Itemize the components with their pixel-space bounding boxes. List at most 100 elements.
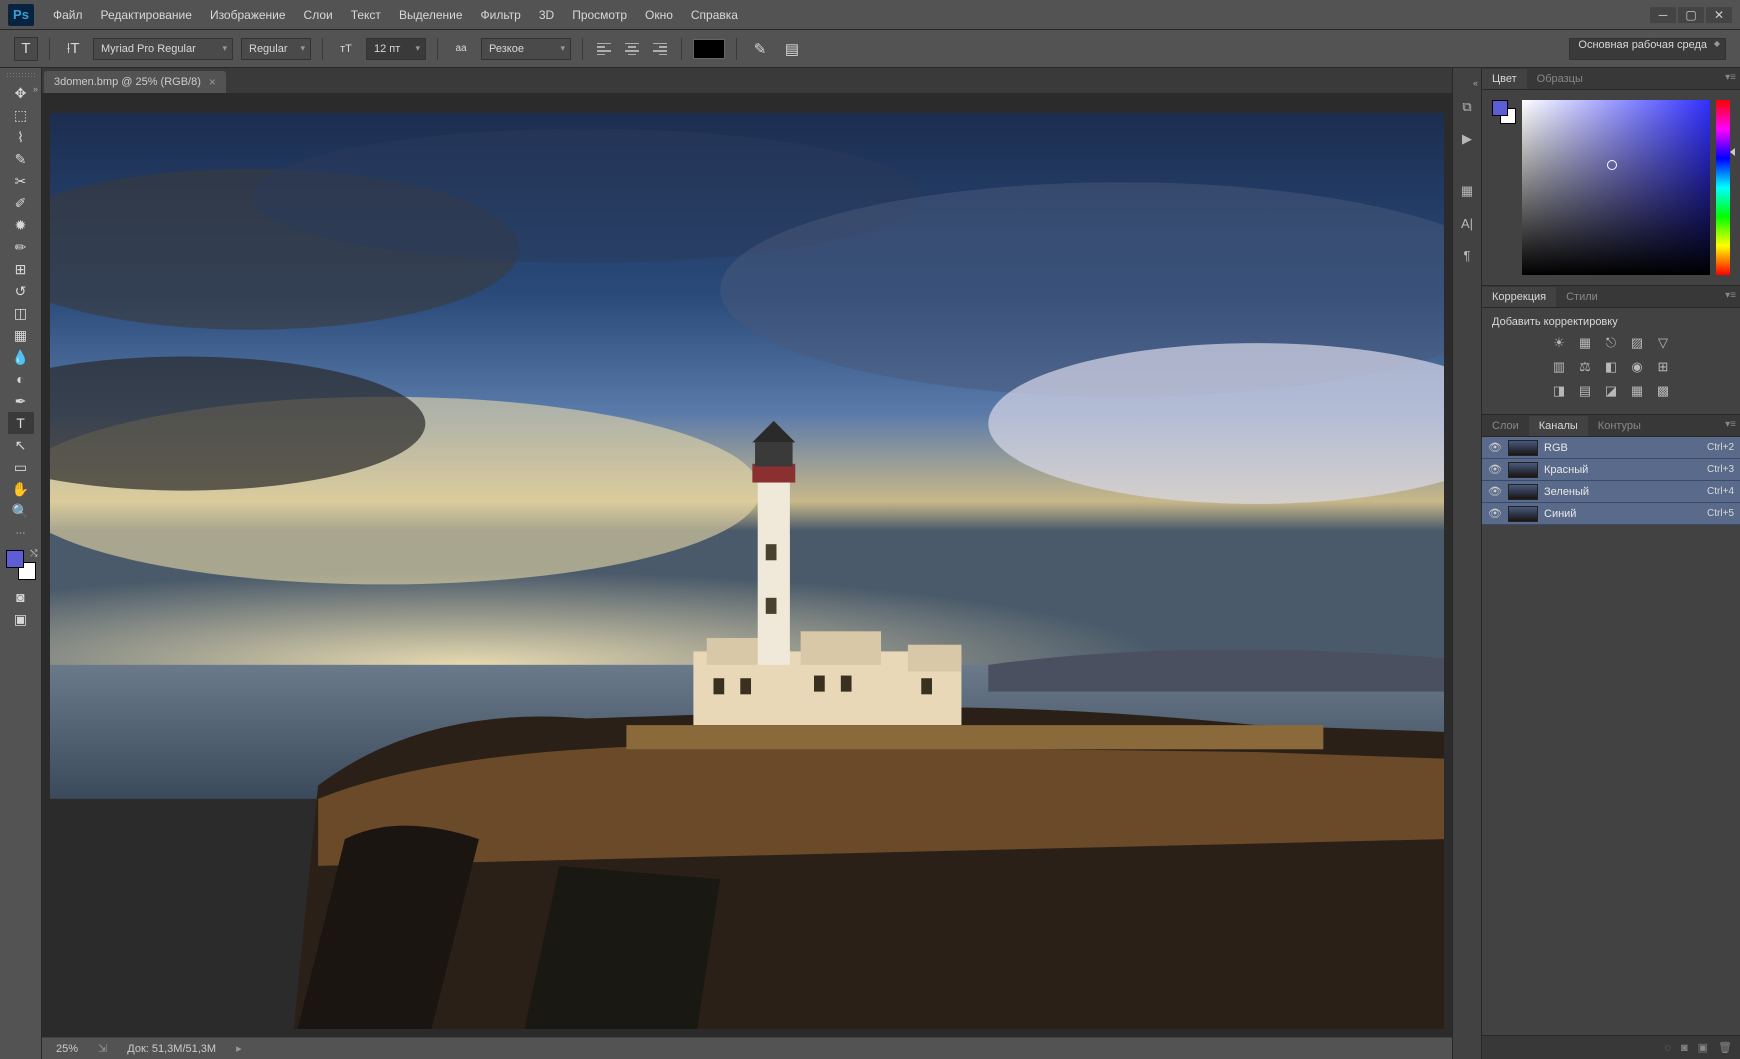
swap-colors-icon[interactable]: ⤭ (30, 548, 37, 559)
text-color-swatch[interactable] (693, 39, 725, 59)
align-center-icon[interactable] (622, 39, 642, 59)
font-family-dropdown[interactable]: Myriad Pro Regular (93, 38, 233, 60)
close-button[interactable]: ✕ (1706, 7, 1732, 23)
hue-adjustment-icon[interactable]: ▥ (1550, 358, 1568, 376)
marquee-tool[interactable]: ⬚ (8, 104, 34, 126)
new-channel-icon[interactable]: ▣ (1698, 1041, 1708, 1054)
menu-file[interactable]: Файл (44, 0, 92, 30)
styles-tab[interactable]: Стили (1556, 287, 1608, 307)
vibrance-adjustment-icon[interactable]: ▽ (1654, 334, 1672, 352)
levels-adjustment-icon[interactable]: ▦ (1576, 334, 1594, 352)
document-tab[interactable]: 3domen.bmp @ 25% (RGB/8) × (44, 71, 226, 93)
close-tab-icon[interactable]: × (209, 75, 216, 89)
quick-select-tool[interactable]: ✎ (8, 148, 34, 170)
channels-menu-icon[interactable]: ▾≡ (1725, 419, 1736, 430)
edit-toolbar[interactable]: ⋯ (8, 522, 34, 544)
color-tab[interactable]: Цвет (1482, 69, 1527, 89)
panel-foreground-swatch[interactable] (1492, 100, 1508, 116)
corrections-tab[interactable]: Коррекция (1482, 287, 1556, 307)
canvas[interactable] (42, 93, 1452, 1037)
channel-row-red[interactable]: 👁 Красный Ctrl+3 (1482, 459, 1740, 481)
delete-channel-icon[interactable]: 🗑 (1718, 1041, 1732, 1054)
selective-color-adjustment-icon[interactable]: ▩ (1654, 382, 1672, 400)
exposure-adjustment-icon[interactable]: ▨ (1628, 334, 1646, 352)
align-left-icon[interactable] (594, 39, 614, 59)
info-menu-icon[interactable]: ▸ (236, 1042, 242, 1055)
zoom-level[interactable]: 25% (56, 1043, 78, 1055)
visibility-icon[interactable]: 👁 (1488, 485, 1502, 498)
move-tool[interactable]: ✥ (8, 82, 34, 104)
menu-select[interactable]: Выделение (390, 0, 472, 30)
toolbar-grip[interactable] (6, 72, 36, 78)
character-panel-icon[interactable]: A| (1456, 212, 1478, 234)
healing-brush-tool[interactable]: ✹ (8, 214, 34, 236)
adjustments-menu-icon[interactable]: ▾≡ (1725, 290, 1736, 301)
paragraph-panel-icon[interactable]: ¶ (1456, 244, 1478, 266)
text-orientation-icon[interactable]: ⟊T (61, 37, 85, 61)
menu-layers[interactable]: Слои (295, 0, 342, 30)
type-tool[interactable]: T (8, 412, 34, 434)
menu-edit[interactable]: Редактирование (92, 0, 201, 30)
character-panel-icon[interactable]: ▤ (780, 37, 804, 61)
antialias-dropdown[interactable]: Резкое (481, 38, 571, 60)
invert-adjustment-icon[interactable]: ◨ (1550, 382, 1568, 400)
photo-filter-adjustment-icon[interactable]: ◉ (1628, 358, 1646, 376)
bw-adjustment-icon[interactable]: ◧ (1602, 358, 1620, 376)
history-brush-tool[interactable]: ↺ (8, 280, 34, 302)
align-right-icon[interactable] (650, 39, 670, 59)
menu-image[interactable]: Изображение (201, 0, 295, 30)
paths-tab[interactable]: Контуры (1588, 416, 1651, 436)
expand-toolbar-icon[interactable]: » (33, 84, 38, 94)
layers-tab[interactable]: Слои (1482, 416, 1529, 436)
save-selection-icon[interactable]: ◙ (1681, 1042, 1688, 1054)
gradient-tool[interactable]: ▦ (8, 324, 34, 346)
channel-row-rgb[interactable]: 👁 RGB Ctrl+2 (1482, 437, 1740, 459)
hue-slider-cursor[interactable] (1730, 148, 1735, 156)
expand-dock-icon[interactable]: « (1473, 78, 1478, 88)
curves-adjustment-icon[interactable]: ⎋ (1602, 334, 1620, 352)
threshold-adjustment-icon[interactable]: ◪ (1602, 382, 1620, 400)
properties-panel-icon[interactable]: ▦ (1456, 180, 1478, 202)
eyedropper-tool[interactable]: ✐ (8, 192, 34, 214)
color-field[interactable] (1522, 100, 1710, 275)
lasso-tool[interactable]: ⌇ (8, 126, 34, 148)
clone-stamp-tool[interactable]: ⊞ (8, 258, 34, 280)
menu-filter[interactable]: Фильтр (472, 0, 530, 30)
font-size-dropdown[interactable]: 12 пт (366, 38, 426, 60)
expand-status-icon[interactable]: ⇲ (98, 1042, 107, 1055)
menu-window[interactable]: Окно (636, 0, 682, 30)
color-balance-adjustment-icon[interactable]: ⚖ (1576, 358, 1594, 376)
channel-row-blue[interactable]: 👁 Синий Ctrl+5 (1482, 503, 1740, 525)
visibility-icon[interactable]: 👁 (1488, 463, 1502, 476)
minimize-button[interactable]: ─ (1650, 7, 1676, 23)
menu-view[interactable]: Просмотр (563, 0, 636, 30)
brightness-adjustment-icon[interactable]: ☀ (1550, 334, 1568, 352)
swatches-tab[interactable]: Образцы (1527, 69, 1593, 89)
menu-help[interactable]: Справка (682, 0, 747, 30)
load-selection-icon[interactable]: ◌ (1664, 1042, 1671, 1054)
channel-mixer-adjustment-icon[interactable]: ⊞ (1654, 358, 1672, 376)
menu-3d[interactable]: 3D (530, 0, 563, 30)
history-panel-icon[interactable]: ⧉ (1456, 96, 1478, 118)
eraser-tool[interactable]: ◫ (8, 302, 34, 324)
channels-tab[interactable]: Каналы (1529, 416, 1588, 436)
pen-tool[interactable]: ✒ (8, 390, 34, 412)
quick-mask-icon[interactable]: ◙ (8, 586, 34, 608)
color-panel-menu-icon[interactable]: ▾≡ (1725, 72, 1736, 83)
foreground-color[interactable] (6, 550, 24, 568)
visibility-icon[interactable]: 👁 (1488, 441, 1502, 454)
dodge-tool[interactable]: ◐ (8, 368, 34, 390)
crop-tool[interactable]: ✂ (8, 170, 34, 192)
menu-text[interactable]: Текст (342, 0, 390, 30)
maximize-button[interactable]: ▢ (1678, 7, 1704, 23)
rectangle-tool[interactable]: ▭ (8, 456, 34, 478)
path-select-tool[interactable]: ↖ (8, 434, 34, 456)
panel-color-swatches[interactable] (1492, 100, 1516, 275)
brush-tool[interactable]: ✏ (8, 236, 34, 258)
posterize-adjustment-icon[interactable]: ▤ (1576, 382, 1594, 400)
color-field-cursor[interactable] (1607, 160, 1617, 170)
hue-slider[interactable] (1716, 100, 1730, 275)
text-tool-icon[interactable]: T (14, 37, 38, 61)
hand-tool[interactable]: ✋ (8, 478, 34, 500)
channel-row-green[interactable]: 👁 Зеленый Ctrl+4 (1482, 481, 1740, 503)
